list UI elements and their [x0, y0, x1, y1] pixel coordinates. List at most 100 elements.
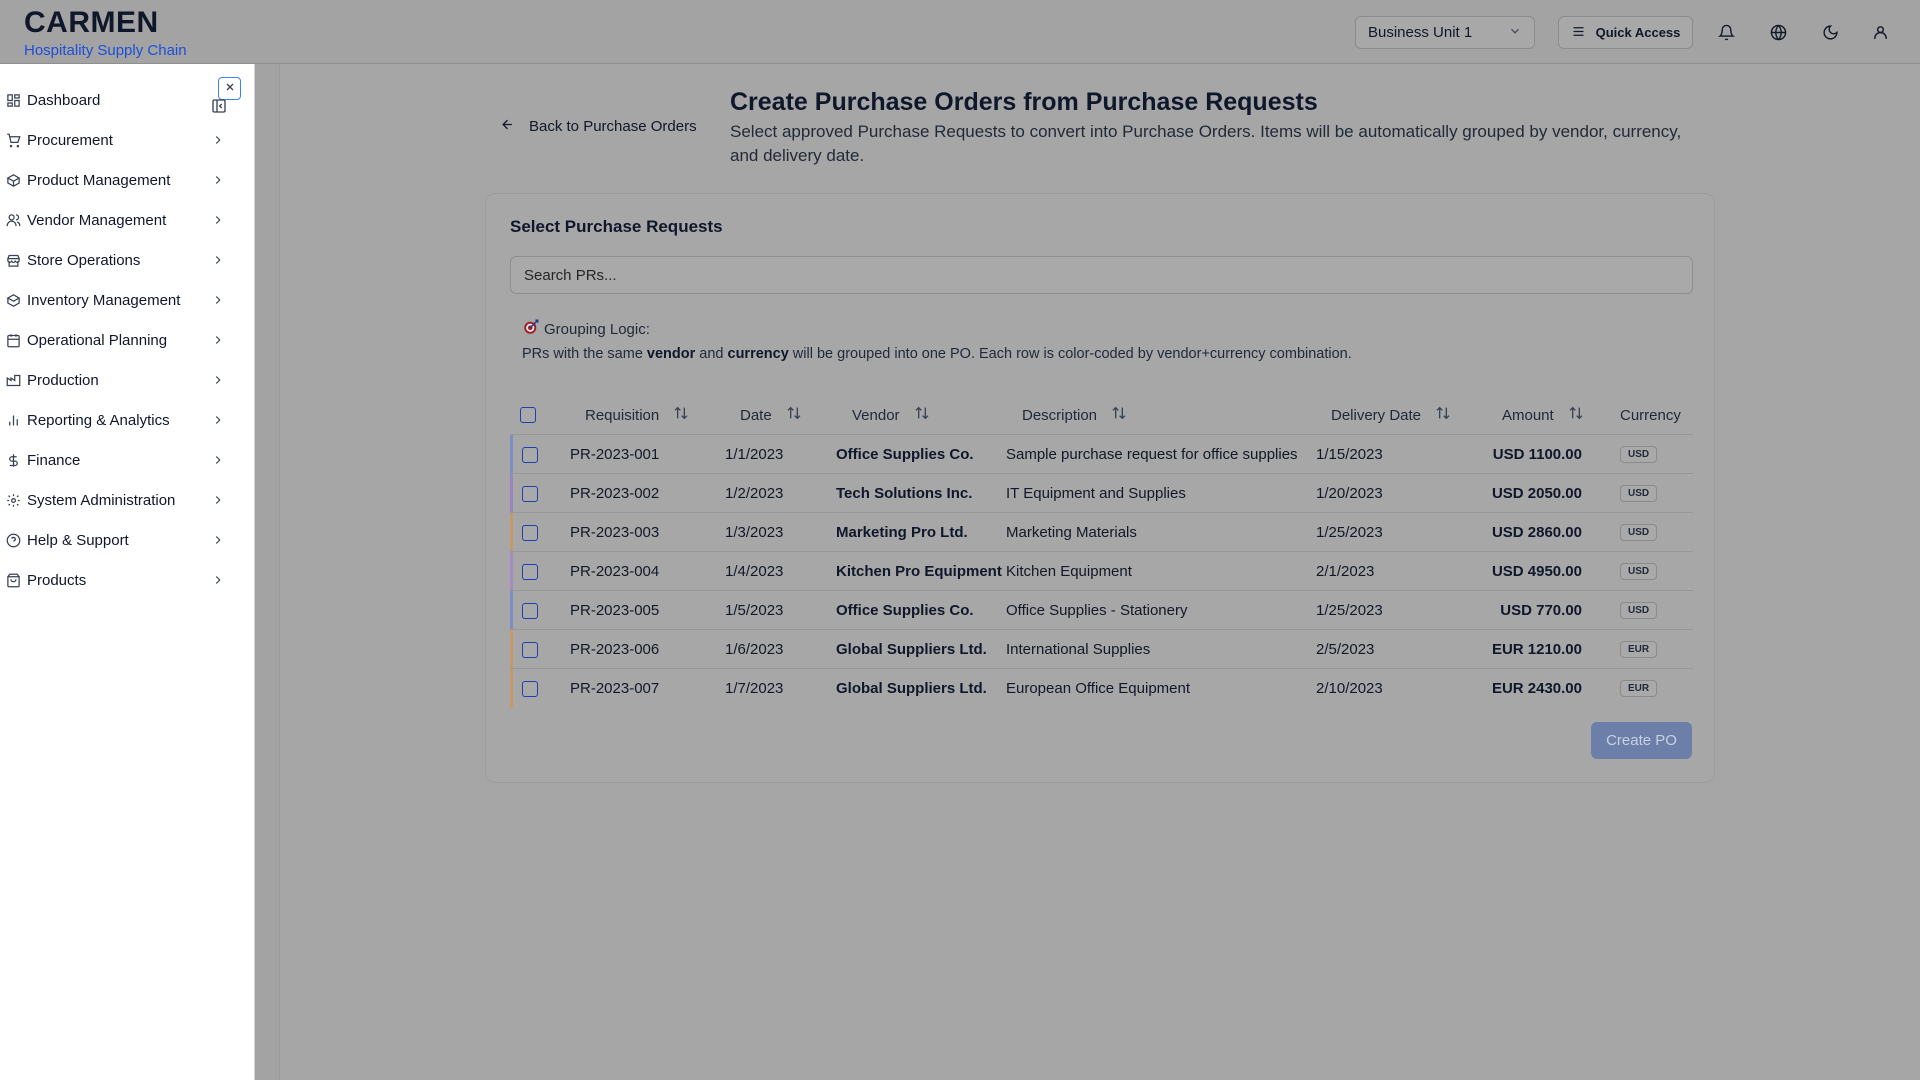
table-row[interactable]: PR-2023-005 1/5/2023 Office Supplies Co. Of… — [510, 590, 1693, 630]
row-checkbox[interactable] — [522, 602, 538, 619]
row-select-cell — [522, 630, 538, 669]
sidebar-item-product-management[interactable]: Product Management — [0, 164, 230, 196]
table-row[interactable]: PR-2023-002 1/2/2023 Tech Solutions Inc. IT… — [510, 473, 1693, 513]
header-date[interactable]: Date — [740, 396, 802, 434]
table-row[interactable]: PR-2023-006 1/6/2023 Global Suppliers Ltd.… — [510, 629, 1693, 669]
user-icon[interactable] — [1868, 20, 1892, 44]
brand[interactable]: CARMEN Hospitality Supply Chain — [24, 6, 187, 60]
currency-badge: EUR — [1620, 680, 1658, 697]
grouping-logic-text: PRs with the same vendor and currency wi… — [522, 346, 1352, 362]
table-row[interactable]: PR-2023-003 1/3/2023 Marketing Pro Ltd. Mar… — [510, 512, 1693, 552]
cell-amount: USD 2050.00 — [1491, 485, 1582, 502]
row-checkbox[interactable] — [522, 641, 538, 658]
sidebar-item-products[interactable]: Products — [0, 564, 230, 596]
row-checkbox[interactable] — [522, 680, 538, 697]
sidebar-item-dashboard[interactable]: Dashboard — [0, 84, 230, 116]
sidebar-item-production[interactable]: Production — [0, 364, 230, 396]
business-unit-select[interactable]: Business Unit 1 — [1355, 16, 1535, 49]
sort-icon — [673, 405, 689, 425]
cell-amount: EUR 2430.00 — [1491, 680, 1582, 697]
sidebar-item-label: Help & Support — [27, 531, 129, 549]
row-color-indicator — [510, 435, 513, 474]
menu-icon — [1571, 24, 1586, 42]
back-label: Back to Purchase Orders — [529, 118, 697, 135]
row-checkbox[interactable] — [522, 563, 538, 580]
currency-badge: USD — [1620, 563, 1658, 580]
package-icon — [4, 171, 22, 189]
sidebar-item-vendor-management[interactable]: Vendor Management — [0, 204, 230, 236]
cell-requisition: PR-2023-003 — [570, 524, 660, 541]
header-delivery-date[interactable]: Delivery Date — [1331, 396, 1451, 434]
row-checkbox[interactable] — [522, 524, 538, 541]
sidebar-item-store-operations[interactable]: Store Operations — [0, 244, 230, 276]
sidebar-item-label: Vendor Management — [27, 211, 167, 229]
back-to-purchase-orders-link[interactable]: Back to Purchase Orders — [500, 117, 697, 136]
sidebar-item-reporting-analytics[interactable]: Reporting & Analytics — [0, 404, 230, 436]
currency-badge: USD — [1620, 602, 1658, 619]
sidebar-item-help-support[interactable]: Help & Support — [0, 524, 230, 556]
sidebar-item-finance[interactable]: Finance — [0, 444, 230, 476]
globe-icon[interactable] — [1766, 20, 1790, 44]
cell-requisition: PR-2023-002 — [570, 485, 660, 502]
sidebar-item-system-administration[interactable]: System Administration — [0, 484, 230, 516]
currency-badge: EUR — [1620, 641, 1658, 658]
row-select-cell — [522, 513, 538, 552]
cell-amount: USD 4950.00 — [1491, 563, 1582, 580]
logic-text-currency: currency — [727, 346, 789, 362]
chevron-right-icon — [211, 213, 225, 227]
sidebar-item-label: System Administration — [27, 491, 176, 509]
header-description[interactable]: Description — [1022, 396, 1127, 434]
chevron-right-icon — [211, 573, 225, 587]
calendar-icon — [4, 331, 22, 349]
cell-delivery-date: 1/25/2023 — [1316, 524, 1383, 541]
brand-title: CARMEN — [24, 6, 159, 39]
row-color-indicator — [510, 513, 513, 552]
cell-delivery-date: 2/10/2023 — [1316, 680, 1383, 697]
quick-access-label: Quick Access — [1595, 25, 1681, 40]
cell-date: 1/7/2023 — [725, 680, 784, 697]
store-icon — [4, 251, 22, 269]
header-requisition[interactable]: Requisition — [585, 396, 689, 434]
chevron-right-icon — [211, 253, 225, 267]
cell-vendor: Office Supplies Co. — [836, 602, 974, 619]
cell-requisition: PR-2023-001 — [570, 446, 660, 463]
sort-icon — [914, 405, 930, 425]
row-checkbox[interactable] — [522, 446, 538, 463]
pr-table: Requisition Date Vendor Description Deli… — [510, 396, 1693, 708]
table-row[interactable]: PR-2023-001 1/1/2023 Office Supplies Co. Sa… — [510, 434, 1693, 474]
cell-date: 1/6/2023 — [725, 641, 784, 658]
target-icon — [522, 318, 540, 340]
sidebar-item-operational-planning[interactable]: Operational Planning — [0, 324, 230, 356]
panel-collapse-icon[interactable] — [211, 98, 227, 114]
sidebar-item-label: Finance — [27, 451, 81, 469]
search-input[interactable] — [510, 256, 1693, 294]
cell-amount: USD 1100.00 — [1492, 446, 1582, 463]
sort-icon — [1111, 405, 1127, 425]
cell-date: 1/2/2023 — [725, 485, 784, 502]
cell-delivery-date: 1/25/2023 — [1316, 602, 1383, 619]
header-requisition-label: Requisition — [585, 406, 660, 424]
logic-text-vendor: vendor — [646, 346, 696, 362]
table-row[interactable]: PR-2023-004 1/4/2023 Kitchen Pro Equipment… — [510, 551, 1693, 591]
sidebar-item-label: Product Management — [27, 171, 171, 189]
cell-amount: USD 770.00 — [1500, 602, 1582, 619]
header-currency: Currency — [1620, 396, 1681, 434]
quick-access-button[interactable]: Quick Access — [1558, 16, 1693, 49]
cell-vendor: Global Suppliers Ltd. — [836, 641, 987, 658]
header-amount[interactable]: Amount — [1502, 396, 1584, 434]
chevron-right-icon — [211, 493, 225, 507]
create-po-button[interactable]: Create PO — [1591, 722, 1692, 759]
row-checkbox[interactable] — [522, 485, 538, 502]
table-row[interactable]: PR-2023-007 1/7/2023 Global Suppliers Ltd.… — [510, 668, 1693, 708]
sidebar-item-procurement[interactable]: Procurement — [0, 124, 230, 156]
table-header: Requisition Date Vendor Description Deli… — [510, 396, 1693, 434]
cart-icon — [4, 131, 22, 149]
cell-date: 1/1/2023 — [725, 446, 784, 463]
card-title: Select Purchase Requests — [510, 217, 723, 236]
select-all-checkbox[interactable] — [520, 407, 536, 423]
bell-icon[interactable] — [1714, 20, 1738, 44]
moon-icon[interactable] — [1818, 20, 1842, 44]
sort-icon — [786, 405, 802, 425]
header-vendor[interactable]: Vendor — [852, 396, 930, 434]
sidebar-item-inventory-management[interactable]: Inventory Management — [0, 284, 230, 316]
